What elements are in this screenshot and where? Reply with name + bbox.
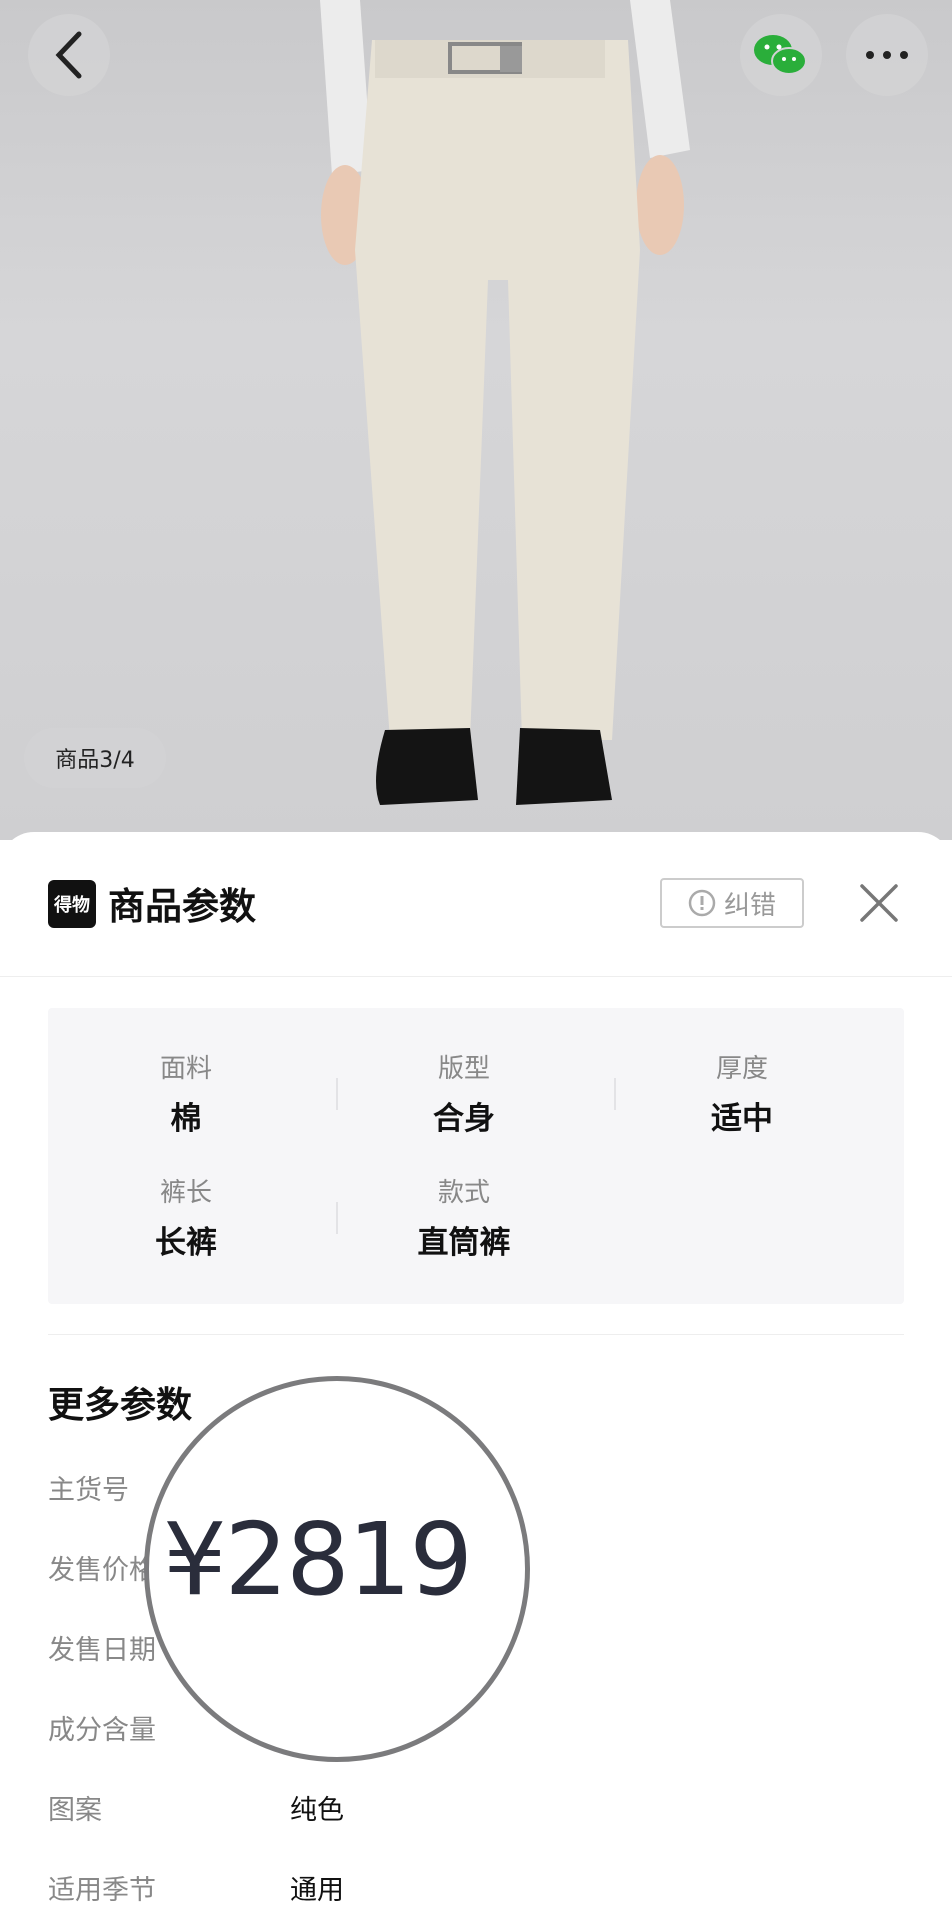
param-key: 主货号 — [48, 1475, 129, 1506]
correction-button[interactable]: 纠错 — [660, 878, 804, 928]
param-value: 通用 — [290, 1875, 344, 1906]
param-value: 纯色 — [290, 1795, 344, 1826]
more-dots-icon — [866, 51, 908, 59]
more-button[interactable] — [846, 14, 928, 96]
param-key: 成分含量 — [48, 1715, 156, 1746]
param-value: 直筒裤 — [417, 1225, 511, 1261]
param-key: 图案 — [48, 1795, 102, 1826]
wechat-share-button[interactable] — [740, 14, 822, 96]
params-sheet: 得物 商品参数 纠错 面料 棉 版型 合身 厚度 适中 裤长 长裤 款式 直筒裤… — [0, 832, 952, 1920]
wechat-icon — [754, 35, 807, 75]
param-value: 长裤 — [155, 1225, 217, 1261]
chevron-left-icon — [55, 31, 82, 79]
param-key: 适用季节 — [48, 1875, 156, 1906]
close-icon[interactable] — [858, 882, 900, 924]
sheet-title: 商品参数 — [108, 885, 256, 928]
brand-logo: 得物 — [48, 880, 96, 928]
param-label: 面料 — [159, 1054, 212, 1084]
param-cell: 面料 棉 — [48, 1048, 324, 1138]
key-params-grid: 面料 棉 版型 合身 厚度 适中 裤长 长裤 款式 直筒裤 — [48, 1008, 904, 1304]
image-counter: 商品3/4 — [24, 728, 166, 788]
param-label: 裤长 — [159, 1178, 212, 1208]
param-value: 棉 — [170, 1101, 202, 1137]
param-label: 厚度 — [715, 1054, 768, 1084]
section-divider — [48, 1334, 904, 1335]
sheet-header: 得物 商品参数 纠错 — [0, 832, 952, 977]
param-label: 版型 — [437, 1054, 490, 1084]
price-magnifier: ¥2819 — [144, 1376, 530, 1762]
param-key: 发售日期 — [48, 1635, 156, 1666]
param-cell: 版型 合身 — [326, 1048, 602, 1138]
info-circle-icon — [688, 889, 716, 917]
magnified-price: ¥2819 — [162, 1500, 473, 1618]
param-key: 发售价格 — [48, 1555, 156, 1586]
param-cell: 厚度 适中 — [604, 1048, 880, 1138]
more-params-title: 更多参数 — [48, 1385, 193, 1426]
param-value: 适中 — [711, 1101, 773, 1137]
product-image — [320, 0, 690, 805]
back-button[interactable] — [28, 14, 110, 96]
correction-label: 纠错 — [723, 890, 776, 921]
param-cell: 裤长 长裤 — [48, 1172, 324, 1262]
param-value: 合身 — [433, 1101, 495, 1137]
param-cell: 款式 直筒裤 — [326, 1172, 602, 1262]
product-photo[interactable]: 商品3/4 — [0, 0, 952, 840]
param-label: 款式 — [437, 1178, 490, 1208]
